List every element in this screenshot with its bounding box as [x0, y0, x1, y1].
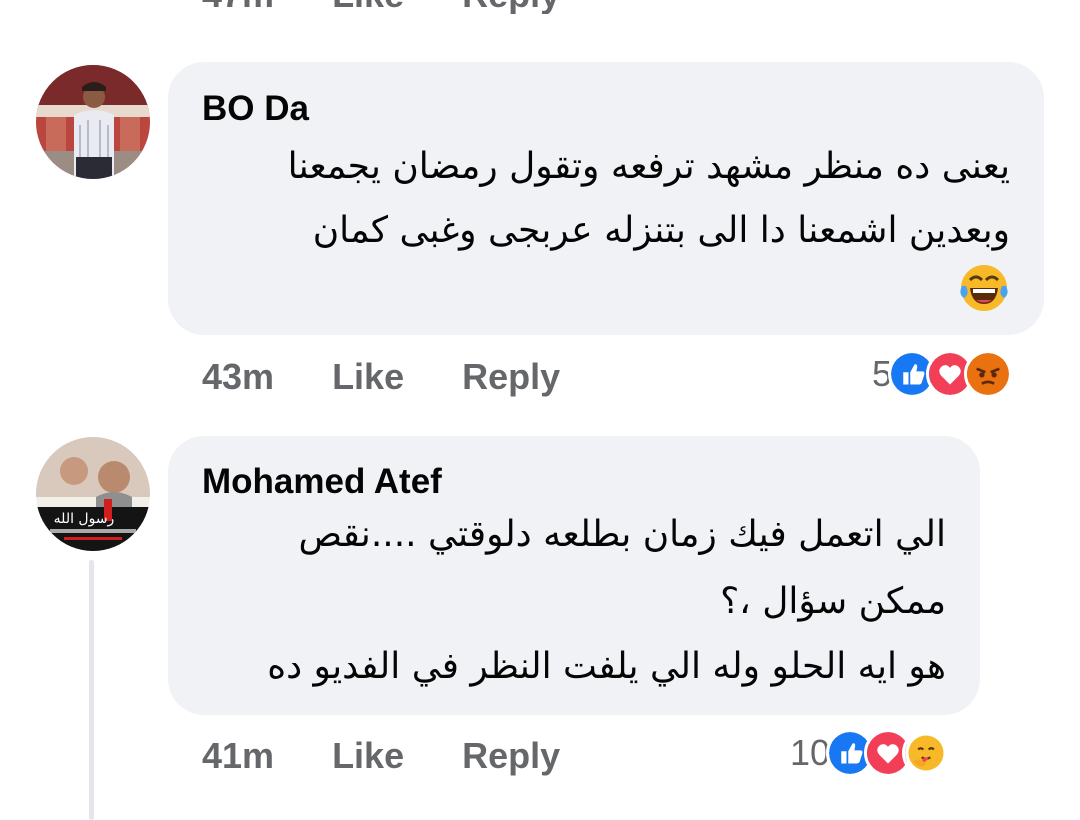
previous-comment-time: 47m [202, 0, 274, 14]
previous-comment-actions: 47m Like Reply [202, 0, 560, 14]
comment-text-line: وبعدين اشمعنا دا الى بتنزله عربجى وغبى ك… [312, 210, 1010, 251]
reactions-summary[interactable]: 5 [872, 350, 1013, 398]
comment-text-line: هو ايه الحلو وله الي يلفت النظر في الفدي… [267, 646, 946, 687]
angry-reaction-icon [964, 350, 1013, 398]
comment-actions: 43m Like Reply [202, 356, 560, 398]
reply-button[interactable]: Reply [462, 356, 560, 398]
comment-time[interactable]: 43m [202, 356, 274, 398]
comment-time[interactable]: 41m [202, 735, 274, 777]
comment-author[interactable]: Mohamed Atef [202, 462, 442, 502]
profile-photo-icon: رسول الله [36, 437, 150, 551]
thread-line [89, 560, 94, 820]
comment-author[interactable]: BO Da [202, 89, 309, 129]
reaction-count: 10 [790, 732, 831, 773]
reply-button[interactable]: Reply [462, 735, 560, 777]
avatar[interactable] [36, 65, 150, 179]
avatar-overlay-text: رسول الله [54, 511, 115, 527]
laughing-tears-emoji-icon [960, 265, 1008, 311]
comment-bubble: Mohamed Atef الي اتعمل فيك زمان بطلعه دل… [168, 436, 980, 715]
like-button[interactable]: Like [332, 356, 404, 398]
comment-text-line: ممكن سؤال ،؟ [720, 581, 946, 622]
comment-actions: 41m Like Reply [202, 735, 560, 777]
care-reaction-icon [902, 729, 951, 777]
avatar[interactable]: رسول الله [36, 437, 150, 551]
reactions-summary[interactable]: 10 [790, 729, 951, 777]
previous-comment-reply-button[interactable]: Reply [462, 0, 560, 14]
profile-photo-icon [36, 65, 150, 179]
like-button[interactable]: Like [332, 735, 404, 777]
comment-bubble: BO Da يعنى ده منظر مشهد ترفعه وتقول رمضا… [168, 62, 1044, 335]
comment-text-line: يعنى ده منظر مشهد ترفعه وتقول رمضان يجمع… [287, 146, 1010, 187]
previous-comment-like-button[interactable]: Like [332, 0, 404, 14]
comment-text-line: الي اتعمل فيك زمان بطلعه دلوقتي ....نقص [298, 514, 946, 555]
